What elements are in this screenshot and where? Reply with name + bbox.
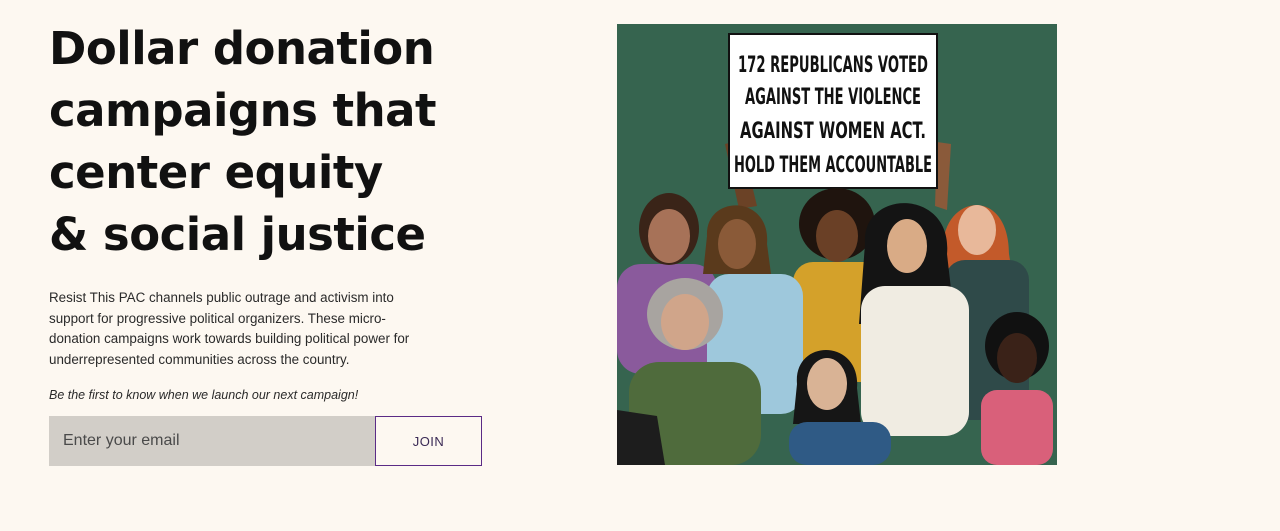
headline-line-3: center equity: [49, 146, 383, 199]
hero-description: Resist This PAC channels public outrage …: [49, 290, 410, 367]
cta-note: Be the first to know when we launch our …: [49, 388, 359, 402]
headline-line-1: Dollar donation: [49, 22, 435, 75]
email-field[interactable]: [49, 416, 375, 466]
protest-illustration-art: 172 REPUBLICANS VOTED AGAINST THE VIOLEN…: [617, 24, 1057, 465]
sign-line-3: AGAINST WOMEN ACT.: [740, 119, 926, 144]
protest-illustration: 172 REPUBLICANS VOTED AGAINST THE VIOLEN…: [617, 24, 1057, 465]
protest-sign: 172 REPUBLICANS VOTED AGAINST THE VIOLEN…: [728, 33, 938, 189]
sign-line-2: AGAINST THE VIOLENCE: [745, 85, 921, 110]
hero-section: Dollar donation campaigns that center eq…: [49, 18, 489, 402]
sign-line-1: 172 REPUBLICANS VOTED: [738, 53, 928, 78]
headline-line-4: & social justice: [49, 208, 426, 261]
email-signup-form: JOIN: [49, 416, 482, 466]
sign-line-4: HOLD THEM ACCOUNTABLE: [734, 153, 932, 178]
headline-line-2: campaigns that: [49, 84, 437, 137]
page-title: Dollar donation campaigns that center eq…: [49, 18, 489, 266]
join-button[interactable]: JOIN: [375, 416, 482, 466]
